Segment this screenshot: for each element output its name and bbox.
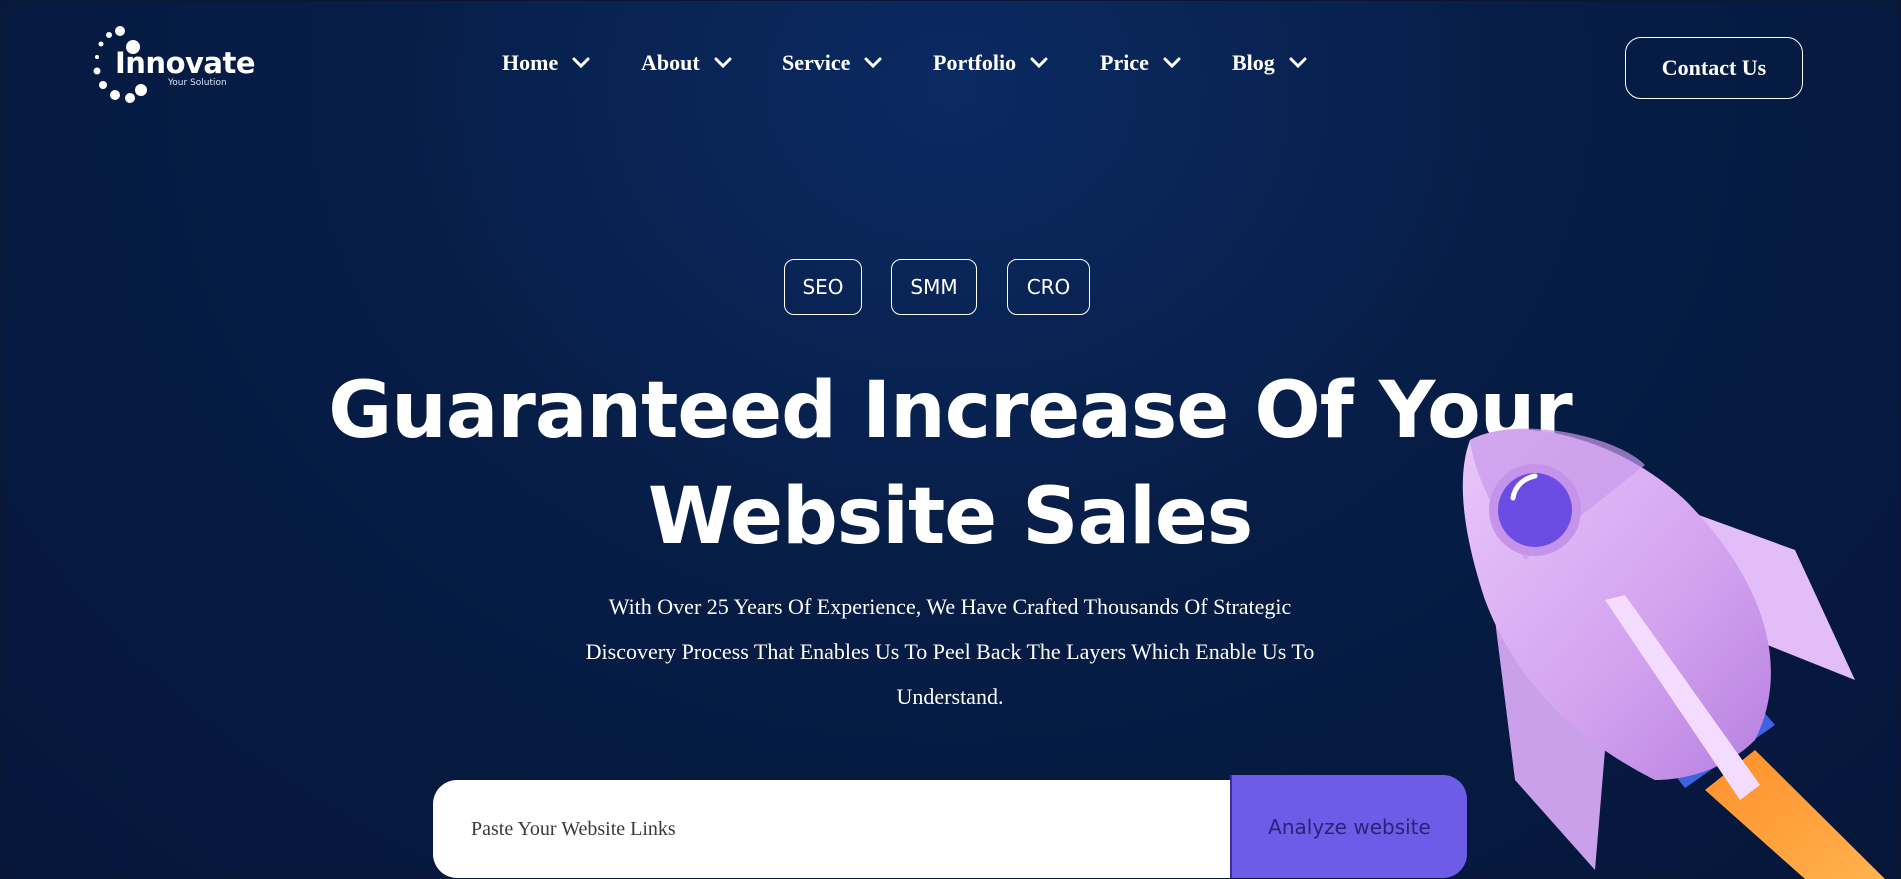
nav-item-price[interactable]: Price (1100, 50, 1181, 76)
hero-description-line: With Over 25 Years Of Experience, We Hav… (608, 594, 1292, 619)
tag-cro[interactable]: CRO (1007, 259, 1090, 315)
nav-item-service[interactable]: Service (782, 50, 882, 76)
nav-item-label: About (641, 50, 700, 75)
chevron-down-icon (572, 57, 590, 69)
nav-item-label: Portfolio (933, 50, 1017, 75)
chevron-down-icon (1163, 57, 1181, 69)
chevron-down-icon (1030, 57, 1048, 69)
chevron-down-icon (864, 57, 882, 69)
hero-description-line: Understand. (896, 684, 1004, 709)
chevron-down-icon (714, 57, 732, 69)
contact-us-button[interactable]: Contact Us (1625, 37, 1803, 99)
nav-item-label: Home (502, 50, 559, 75)
analyze-website-button[interactable]: Analyze website (1230, 775, 1467, 878)
hero-headline: Guaranteed Increase Of Your Website Sale… (300, 358, 1600, 570)
nav-item-about[interactable]: About (641, 50, 732, 76)
website-link-input[interactable] (433, 780, 1233, 878)
main-nav: Home About Service Portfolio Price Blog (0, 50, 1901, 90)
website-analyze-form: Analyze website (433, 775, 1467, 878)
hero-description: With Over 25 Years Of Experience, We Hav… (560, 584, 1340, 719)
rocket-icon (1462, 428, 1885, 879)
nav-item-label: Price (1100, 50, 1149, 75)
nav-item-label: Service (782, 50, 851, 75)
nav-item-portfolio[interactable]: Portfolio (933, 50, 1048, 76)
tag-seo[interactable]: SEO (784, 259, 862, 315)
nav-item-home[interactable]: Home (502, 50, 590, 76)
nav-item-label: Blog (1232, 50, 1275, 75)
hero-description-line: Discovery Process That Enables Us To Pee… (585, 639, 1315, 664)
hero-headline-line: Guaranteed Increase Of Your (328, 366, 1572, 456)
tag-smm[interactable]: SMM (891, 259, 977, 315)
chevron-down-icon (1289, 57, 1307, 69)
hero-headline-line: Website Sales (647, 472, 1253, 562)
nav-item-blog[interactable]: Blog (1232, 50, 1307, 76)
